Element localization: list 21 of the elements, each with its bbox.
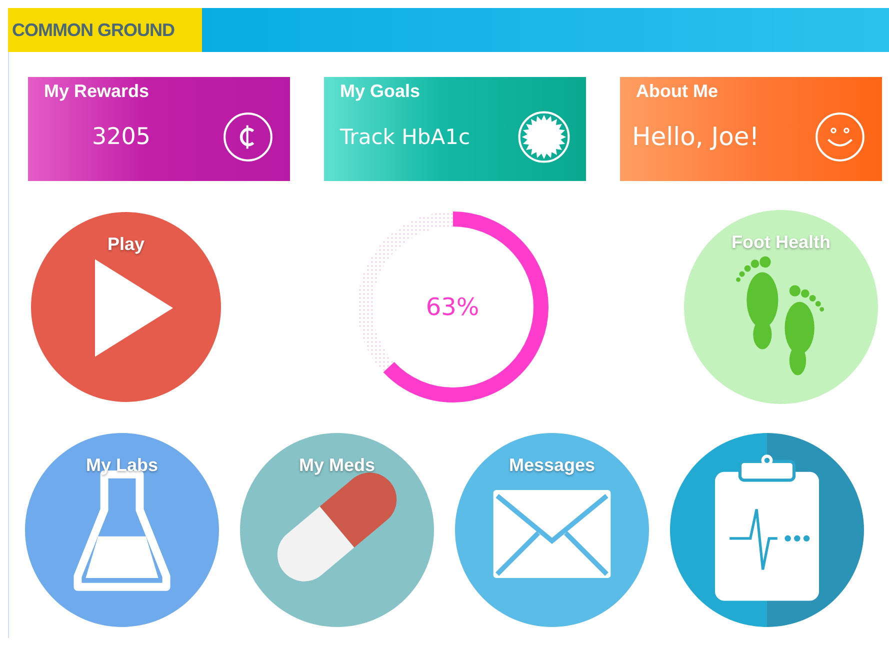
- cent-icon: [222, 110, 274, 162]
- info-card[interactable]: My Rewards 3205: [28, 77, 290, 181]
- card-title: My Goals: [340, 81, 422, 102]
- card-title: About Me: [636, 81, 719, 102]
- progress-percent: 63%: [426, 293, 480, 321]
- envelope-icon: [492, 490, 612, 578]
- smiley-icon: [814, 110, 866, 162]
- card-value: Hello, Joe!: [632, 122, 760, 151]
- info-card[interactable]: My Goals Track HbA1c: [324, 77, 586, 181]
- card-value: Track HbA1c: [340, 124, 470, 148]
- starburst-icon: [518, 110, 570, 162]
- meds-button[interactable]: My Meds: [240, 433, 434, 627]
- info-card[interactable]: About Me Hello, Joe!: [620, 77, 882, 181]
- play-button[interactable]: Play: [31, 212, 221, 402]
- play-icon: [95, 259, 173, 357]
- card-value: 3205: [92, 124, 151, 150]
- messages-button[interactable]: Messages: [455, 433, 649, 627]
- app-logo[interactable]: COMMON GROUND: [8, 8, 202, 52]
- clipboard-icon: [715, 453, 819, 603]
- card-title: My Rewards: [44, 81, 150, 102]
- foot-button[interactable]: Foot Health: [684, 210, 878, 404]
